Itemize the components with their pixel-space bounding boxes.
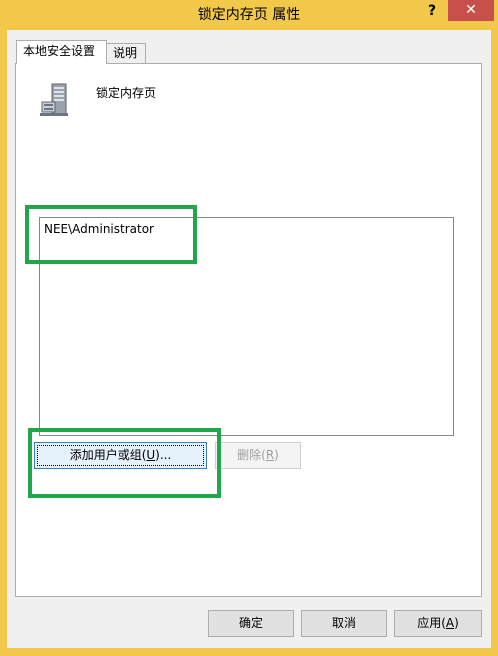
tab-panel: 锁定内存页 NEE\Administrator 添加用户或组(U)... 删除(… [15, 63, 482, 597]
tab-explain[interactable]: 说明 [106, 43, 146, 64]
close-icon[interactable]: ✕ [448, 0, 494, 21]
apply-button-mnemonic: A [445, 616, 455, 630]
title-bar[interactable]: 锁定内存页 属性 ? ✕ [0, 0, 498, 30]
remove-button[interactable]: 删除(R) [215, 442, 301, 469]
user-list[interactable]: NEE\Administrator [39, 217, 454, 436]
cancel-button[interactable]: 取消 [301, 610, 387, 637]
policy-name: 锁定内存页 [96, 86, 157, 100]
list-item[interactable]: NEE\Administrator [44, 222, 154, 236]
help-icon[interactable]: ? [418, 0, 446, 22]
dialog-client-area: 本地安全设置 说明 锁定内存页 NEE\Administrator 添加用户或组… [7, 30, 491, 648]
remove-button-label: 删除( [237, 448, 266, 462]
remove-button-suffix: ) [274, 448, 279, 462]
focus-ring [37, 445, 204, 466]
properties-window: 锁定内存页 属性 ? ✕ 本地安全设置 说明 锁定内存页 NEE\Adminis… [0, 0, 498, 656]
apply-button[interactable]: 应用(A) [394, 610, 482, 637]
add-user-or-group-button[interactable]: 添加用户或组(U)... [34, 442, 207, 469]
apply-button-label: 应用( [417, 616, 446, 630]
server-icon [40, 83, 68, 116]
ok-button[interactable]: 确定 [208, 610, 294, 637]
apply-button-suffix: ) [454, 616, 459, 630]
tab-local-security-setting[interactable]: 本地安全设置 [16, 40, 107, 64]
remove-button-mnemonic: R [265, 448, 275, 462]
